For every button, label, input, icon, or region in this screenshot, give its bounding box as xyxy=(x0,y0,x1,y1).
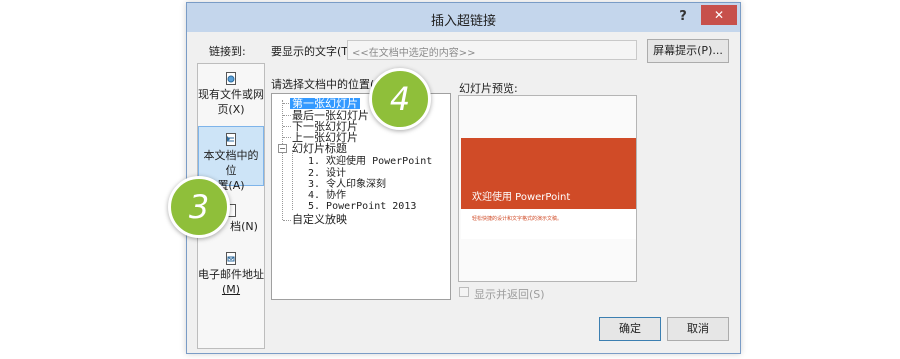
slide-title: 欢迎使用 PowerPoint xyxy=(472,192,571,203)
nav-label: 现有文件或网 xyxy=(198,88,264,101)
tree-guide-line xyxy=(282,100,283,220)
text-to-display-label: 要显示的文字(T): xyxy=(271,45,357,58)
nav-existing-file-or-web-page[interactable]: 现有文件或网 页(X) xyxy=(198,72,264,117)
tree-item-slide-1[interactable]: 1. 欢迎使用 PowerPoint xyxy=(308,156,432,167)
show-and-return-checkbox[interactable] xyxy=(459,287,469,297)
slide-thumbnail: 欢迎使用 PowerPoint 轻松快捷的设计和文字格式的演示文稿。 xyxy=(461,138,636,239)
email-icon xyxy=(226,252,236,265)
help-button[interactable]: ? xyxy=(670,7,696,27)
tree-item-slide-3[interactable]: 3. 令人印象深刻 xyxy=(308,179,386,190)
insert-hyperlink-dialog: 插入超链接 ? ✕ 链接到: 要显示的文字(T): <<在文档中选定的内容>> … xyxy=(186,2,741,354)
tree-guide-line xyxy=(283,126,291,127)
step-4-badge: 4 xyxy=(369,68,431,130)
tree-guide-line xyxy=(283,220,291,221)
tree-item-slide-titles[interactable]: 幻灯片标题 xyxy=(292,143,347,154)
tree-guide-line xyxy=(292,150,293,210)
link-to-label: 链接到: xyxy=(209,45,246,58)
slide-preview-label: 幻灯片预览: xyxy=(459,82,518,95)
nav-label: 本文档中的位 xyxy=(203,149,259,177)
nav-email-address[interactable]: 电子邮件地址 (M) xyxy=(198,252,264,297)
tree-item-custom-shows[interactable]: 自定义放映 xyxy=(292,214,347,225)
slide-subtitle: 轻松快捷的设计和文字格式的演示文稿。 xyxy=(472,216,563,222)
dialog-title: 插入超链接 xyxy=(430,14,496,29)
title-bar: 插入超链接 ? ✕ xyxy=(187,3,740,32)
show-and-return-label: 显示并返回(S) xyxy=(474,288,545,301)
tree-item-slide-5[interactable]: 5. PowerPoint 2013 xyxy=(308,201,416,212)
place-in-document-tree[interactable]: 第一张幻灯片 最后一张幻灯片 下一张幻灯片 上一张幻灯片 − 幻灯片标题 1. … xyxy=(271,93,451,300)
step-3-badge: 3 xyxy=(168,176,230,238)
slide-preview: 欢迎使用 PowerPoint 轻松快捷的设计和文字格式的演示文稿。 xyxy=(458,95,637,282)
text-to-display-input[interactable]: <<在文档中选定的内容>> xyxy=(347,40,637,60)
nav-label: (M) xyxy=(221,283,241,296)
ok-button[interactable]: 确定 xyxy=(599,317,661,341)
nav-label: 电子邮件地址 xyxy=(198,268,264,281)
tree-item-first-slide[interactable]: 第一张幻灯片 xyxy=(290,98,360,109)
tree-guide-line xyxy=(283,115,291,116)
globe-file-icon xyxy=(226,72,236,85)
document-place-icon xyxy=(226,133,236,146)
collapse-toggle[interactable]: − xyxy=(278,144,287,153)
screentip-button[interactable]: 屏幕提示(P)... xyxy=(647,39,729,63)
cancel-button[interactable]: 取消 xyxy=(667,317,729,341)
tree-item-slide-2[interactable]: 2. 设计 xyxy=(308,168,346,179)
nav-label: 页(X) xyxy=(217,103,245,116)
close-button[interactable]: ✕ xyxy=(701,5,737,25)
tree-guide-line xyxy=(283,137,291,138)
tree-item-slide-4[interactable]: 4. 协作 xyxy=(308,190,346,201)
